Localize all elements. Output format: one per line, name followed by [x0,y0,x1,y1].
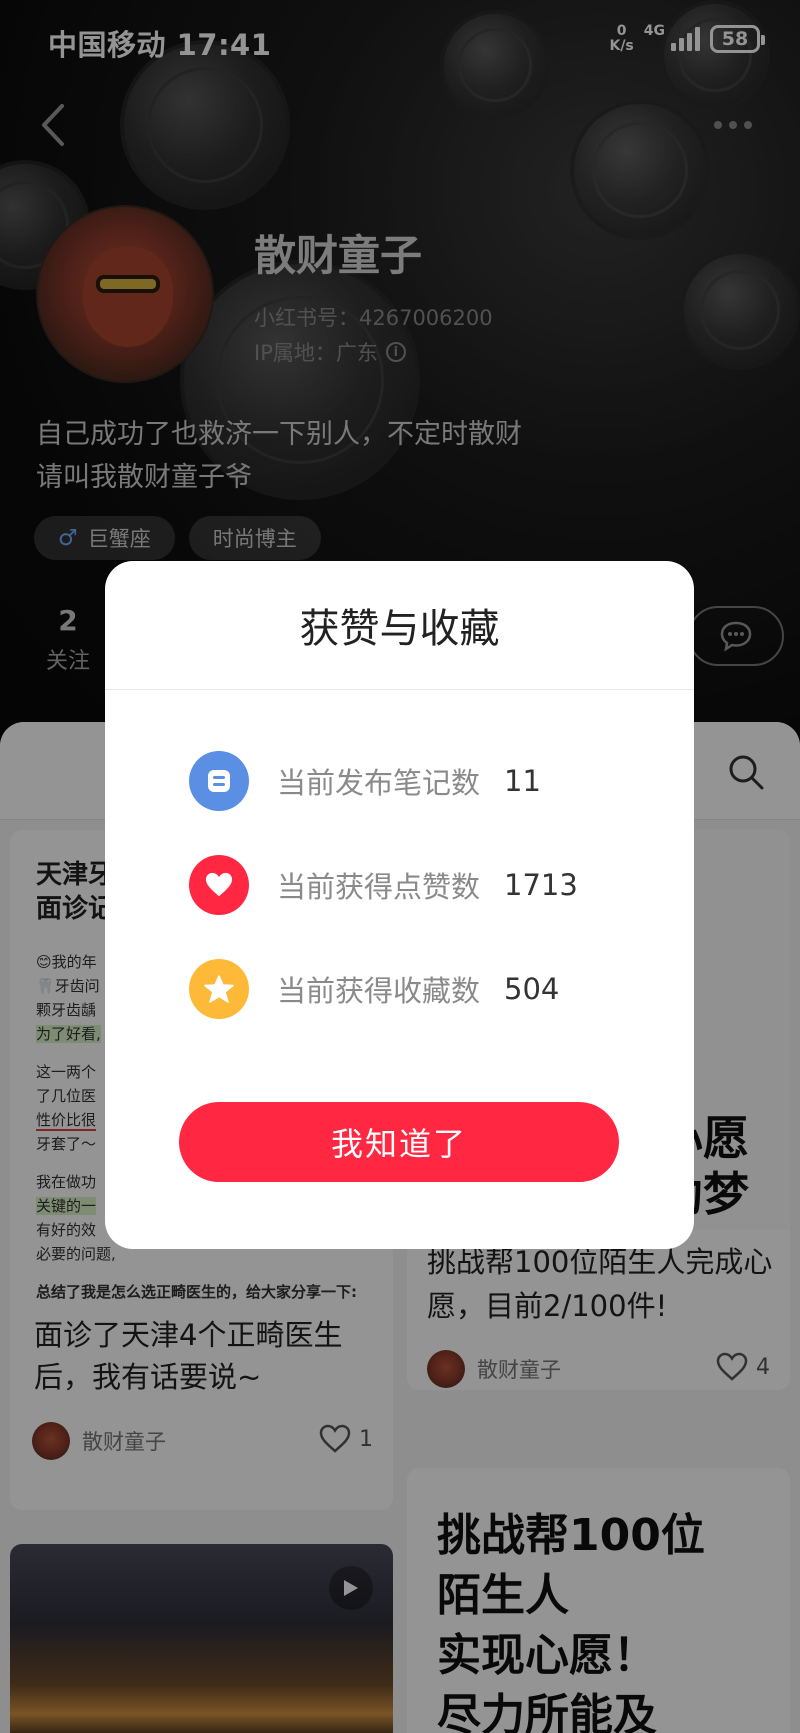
stat-notes: 当前发布笔记数 11 [189,751,541,811]
note-icon [189,751,249,811]
heart-icon [189,855,249,915]
likes-collections-dialog: 获赞与收藏 当前发布笔记数 11 当前获得点赞数 1713 当前获得收藏数 50… [105,561,694,1249]
star-icon [189,959,249,1019]
confirm-button[interactable]: 我知道了 [179,1102,619,1182]
stat-collections: 当前获得收藏数 504 [189,959,559,1019]
dialog-title: 获赞与收藏 [105,561,694,690]
stat-likes: 当前获得点赞数 1713 [189,855,578,915]
